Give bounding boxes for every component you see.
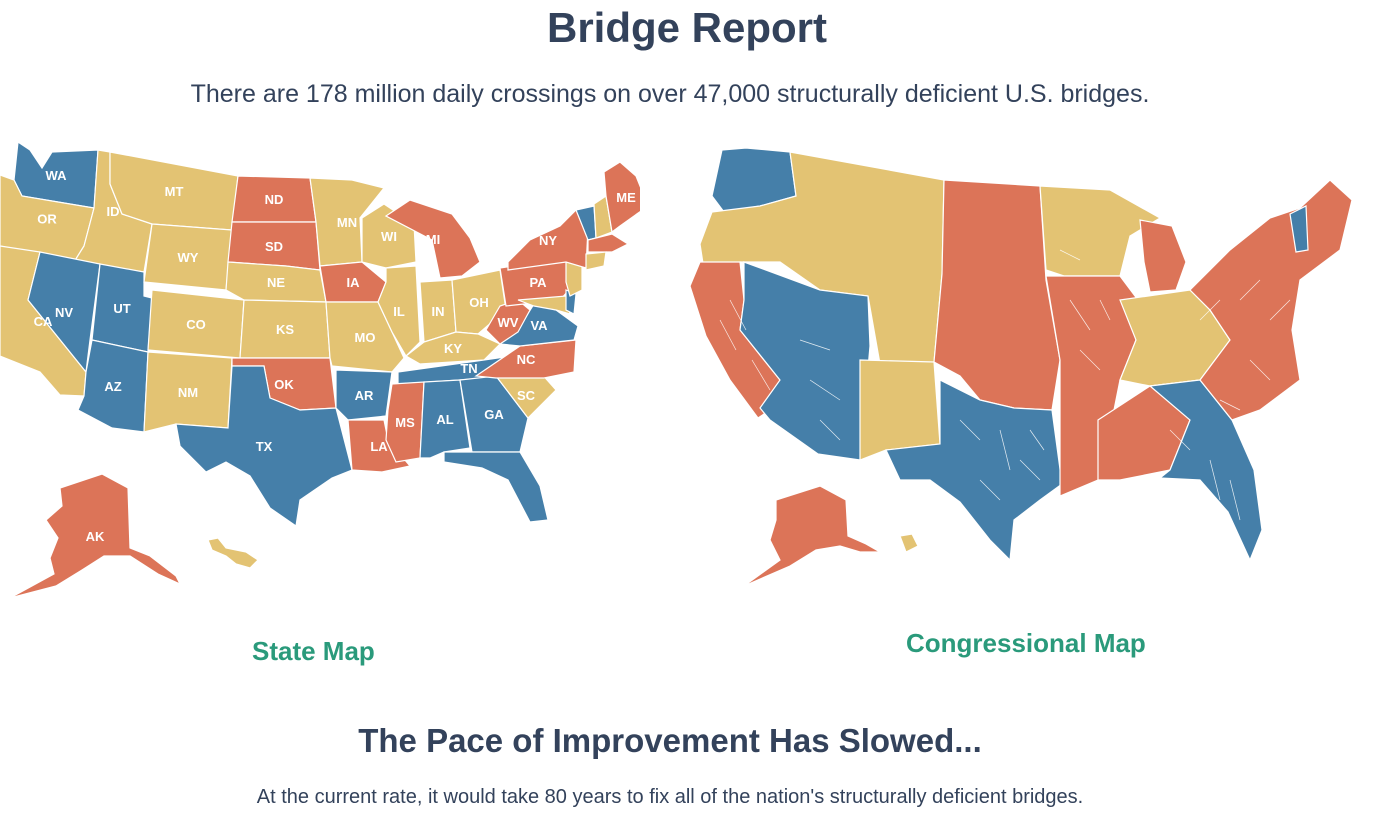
district-region[interactable]	[899, 533, 919, 553]
state-label-wv: WV	[498, 315, 519, 330]
page-title: Bridge Report	[546, 4, 827, 51]
state-label-ca: CA	[34, 314, 53, 329]
state-label-nv: NV	[55, 305, 73, 320]
state-label-nc: NC	[517, 352, 536, 367]
section-text: At the current rate, it would take 80 ye…	[256, 786, 1084, 808]
state-label-ne: NE	[267, 275, 285, 290]
state-label-co: CO	[186, 317, 206, 332]
state-label-la: LA	[370, 439, 388, 454]
state-map-svg[interactable]: WA OR CA ID NV UT AZ MT WY CO NM ND SD NE KS OK TX MN IA MO…	[0, 140, 640, 600]
state-label-sc: SC	[517, 388, 536, 403]
state-label-ak: AK	[86, 529, 105, 544]
state-label-va: VA	[530, 318, 548, 333]
state-label-mn: MN	[337, 215, 357, 230]
district-region[interactable]	[1139, 219, 1187, 293]
state-label-ar: AR	[355, 388, 374, 403]
state-label-il: IL	[393, 304, 405, 319]
district-region[interactable]	[743, 485, 883, 587]
state-label-az: AZ	[104, 379, 121, 394]
state-label-ia: IA	[347, 275, 361, 290]
state-label-ut: UT	[113, 301, 130, 316]
district-region[interactable]	[1189, 179, 1353, 421]
page-subtitle: There are 178 million daily crossings on…	[190, 80, 1150, 108]
state-label-me: ME	[616, 190, 636, 205]
state-label-ga: GA	[484, 407, 504, 422]
state-label-tx: TX	[256, 439, 273, 454]
state-label-ks: KS	[276, 322, 294, 337]
state-label-oh: OH	[469, 295, 489, 310]
state-label-or: OR	[37, 212, 57, 227]
state-label-ok: OK	[274, 377, 294, 392]
state-label-ms: MS	[395, 415, 415, 430]
state-label-nm: NM	[178, 385, 198, 400]
state-label-fl: FL	[488, 480, 504, 495]
state-label-wa: WA	[46, 168, 68, 183]
congressional-map-svg[interactable]	[684, 140, 1364, 595]
state-label-wy: WY	[178, 250, 199, 265]
state-label-sd: SD	[265, 239, 283, 254]
section-heading: The Pace of Improvement Has Slowed...	[358, 722, 982, 759]
district-regions	[689, 147, 1353, 587]
state-label-ny: NY	[539, 233, 557, 248]
state-label-pa: PA	[529, 275, 547, 290]
congressional-map[interactable]	[684, 140, 1364, 595]
state-label-ky: KY	[444, 341, 462, 356]
state-map[interactable]: WA OR CA ID NV UT AZ MT WY CO NM ND SD NE KS OK TX MN IA MO…	[0, 140, 640, 600]
state-label-mi: MI	[426, 232, 440, 247]
state-label-in: IN	[432, 304, 445, 319]
state-label-id: ID	[107, 204, 120, 219]
state-label-al: AL	[436, 412, 453, 427]
state-label-tn: TN	[460, 361, 477, 376]
state-ct[interactable]	[585, 251, 607, 271]
state-label-mt: MT	[165, 184, 184, 199]
state-nj[interactable]	[565, 261, 583, 297]
state-label-nd: ND	[265, 192, 284, 207]
state-map-link[interactable]: State Map	[252, 636, 375, 667]
congressional-map-link[interactable]: Congressional Map	[906, 628, 1146, 659]
state-hi[interactable]	[207, 537, 259, 569]
district-region[interactable]	[933, 179, 1061, 411]
state-label-mo: MO	[355, 330, 376, 345]
state-label-wi: WI	[381, 229, 397, 244]
